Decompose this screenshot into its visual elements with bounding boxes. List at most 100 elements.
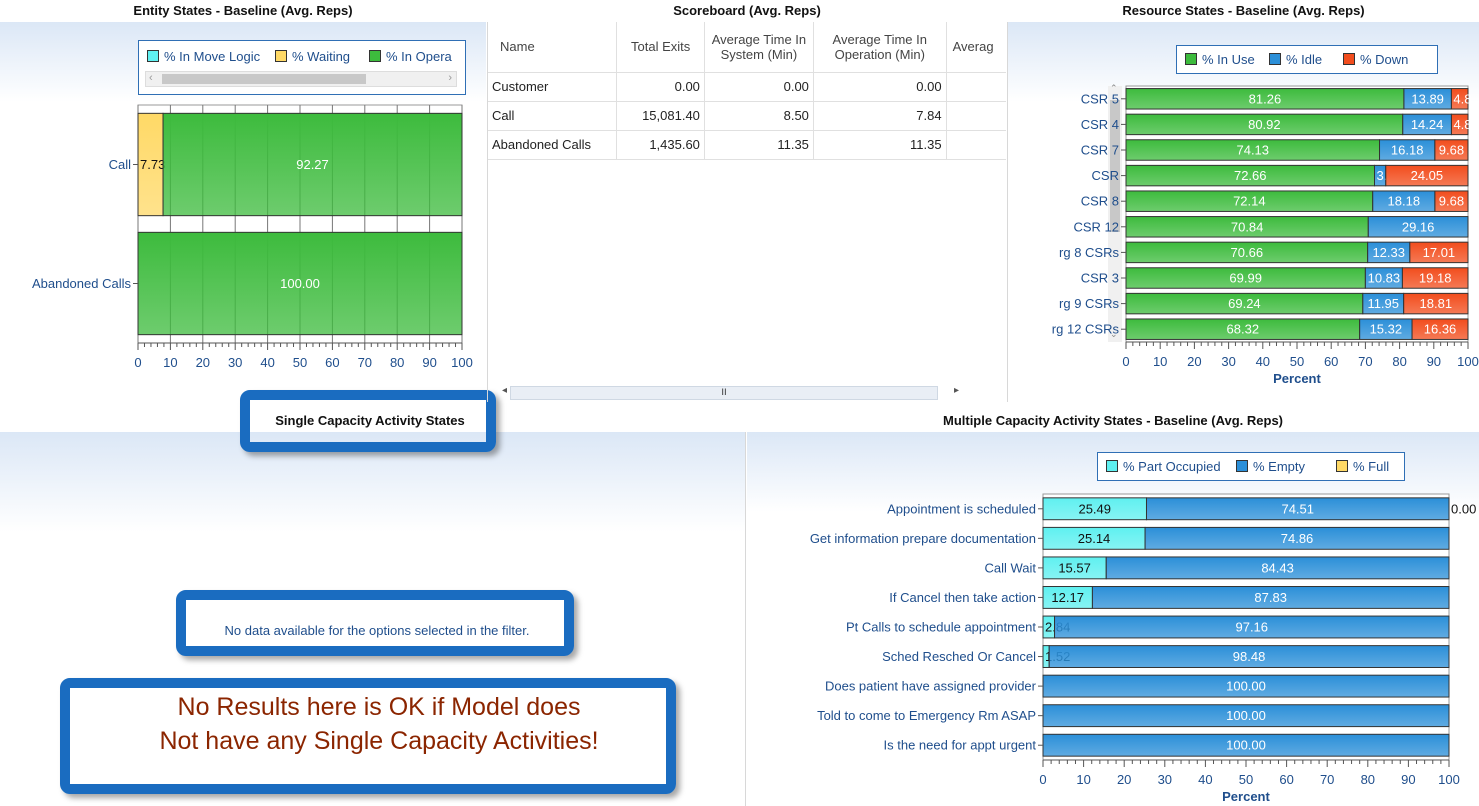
scoreboard-title: Scoreboard (Avg. Reps) [673, 3, 821, 18]
scroll-right-arrow-icon[interactable]: ▸ [954, 385, 959, 396]
tick-label: 90 [422, 355, 436, 370]
tick-label: 20 [1117, 772, 1131, 787]
tick-label: 100 [1438, 772, 1460, 787]
tick-label: 40 [260, 355, 274, 370]
tick-label: 0 [1039, 772, 1046, 787]
tick-label: 50 [293, 355, 307, 370]
data-label: 97.16 [1235, 620, 1268, 635]
table-row[interactable]: Call 15,081.40 8.50 7.84 [488, 100, 1006, 130]
row-total-exits: 1,435.60 [616, 129, 705, 160]
tick-label: 20 [1187, 354, 1201, 369]
scrollbar-grip: II [721, 388, 727, 398]
category-label: CSR 7 [1081, 143, 1119, 158]
scoreboard-panel: Scoreboard (Avg. Reps) Name Total Exits … [488, 0, 1006, 410]
data-label: 100.00 [1226, 708, 1266, 723]
data-label: 70.84 [1231, 219, 1264, 234]
row-time-in-system: 8.50 [704, 100, 814, 130]
data-label: 69.24 [1228, 296, 1261, 311]
category-label: Call [109, 157, 132, 172]
data-label: 74.51 [1281, 501, 1314, 516]
tick-label: 0 [1122, 354, 1129, 369]
row-name: Customer [488, 71, 618, 101]
data-label: 10.83 [1368, 271, 1401, 286]
multiple-capacity-panel: Multiple Capacity Activity States - Base… [747, 410, 1479, 806]
tick-label: 70 [1358, 354, 1372, 369]
data-label: 100.00 [1226, 679, 1266, 694]
data-label: 19.18 [1419, 271, 1452, 286]
scroll-left-arrow-icon[interactable]: ◂ [502, 385, 507, 396]
x-axis-label: Percent [1273, 371, 1321, 386]
multiple-capacity-chart: 25.49 74.51 0.00 Appointment is scheduled 25… [810, 493, 1476, 804]
note-highlight-callout [60, 678, 676, 794]
scoreboard-horizontal-scrollbar[interactable]: ◂ II ▸ [502, 384, 1000, 402]
row-time-in-operation: 7.84 [813, 100, 947, 130]
divider [745, 432, 746, 806]
category-label: rg 12 CSRs [1052, 322, 1120, 337]
row-truncated-cell [946, 129, 1006, 160]
category-label: Appointment is scheduled [887, 501, 1036, 516]
category-label: Get information prepare documentation [810, 531, 1036, 546]
column-header-name[interactable]: Name [488, 22, 618, 72]
data-label: 87.83 [1254, 590, 1287, 605]
data-label: 16.18 [1391, 143, 1424, 158]
tick-label: 100 [451, 355, 473, 370]
resource-states-chart: 81.26 13.89 4.8 CSR 5 80.92 14.24 4.8 CSR 4 74.1… [1052, 85, 1479, 386]
column-header-total-exits[interactable]: Total Exits [616, 22, 705, 72]
category-label: rg 9 CSRs [1059, 296, 1119, 311]
data-label: 100.00 [280, 276, 320, 291]
data-label: 74.13 [1236, 143, 1269, 158]
column-header-time-in-system[interactable]: Average Time In System (Min) [704, 22, 814, 72]
data-label: 0.00 [1451, 501, 1476, 516]
tick-label: 80 [1361, 772, 1375, 787]
tick-label: 80 [1392, 354, 1406, 369]
table-row[interactable]: Customer 0.00 0.00 0.00 [488, 71, 1006, 101]
data-label: 81.26 [1249, 91, 1282, 106]
data-label: 4.8 [1453, 91, 1471, 106]
column-header-average-truncated[interactable]: Averag [946, 22, 1006, 72]
data-label: 24.05 [1411, 168, 1444, 183]
data-label: 29.16 [1402, 219, 1435, 234]
tick-label: 60 [325, 355, 339, 370]
tick-label: 40 [1198, 772, 1212, 787]
column-header-time-in-operation[interactable]: Average Time In Operation (Min) [813, 22, 947, 72]
row-time-in-system: 0.00 [704, 71, 814, 101]
data-label: 9.68 [1439, 194, 1464, 209]
category-label: Sched Resched Or Cancel [882, 649, 1036, 664]
tick-label: 10 [1076, 772, 1090, 787]
title-highlight-callout [240, 390, 496, 452]
data-label: 100.00 [1226, 738, 1266, 753]
category-label: CSR 4 [1081, 117, 1119, 132]
tick-label: 30 [1221, 354, 1235, 369]
data-label: 17.01 [1423, 245, 1456, 260]
tick-label: 80 [390, 355, 404, 370]
data-label: 11.95 [1367, 296, 1399, 311]
table-row[interactable]: Abandoned Calls 1,435.60 11.35 11.35 [488, 129, 1006, 160]
tick-label: 90 [1427, 354, 1441, 369]
row-total-exits: 15,081.40 [616, 100, 705, 130]
data-label: 74.86 [1281, 531, 1314, 546]
tick-label: 40 [1256, 354, 1270, 369]
tick-label: 100 [1457, 354, 1479, 369]
data-label: 14.24 [1411, 117, 1444, 132]
category-label: CSR 12 [1073, 219, 1119, 234]
category-label: Pt Calls to schedule appointment [846, 620, 1036, 635]
entity-states-chart: 7.73 92.27 Call 100.00 Abandoned Calls 0 10 20 3… [32, 104, 473, 370]
x-axis-label: Percent [1222, 789, 1270, 804]
scoreboard-table: Name Total Exits Average Time In System … [488, 22, 1006, 160]
category-label: If Cancel then take action [889, 590, 1036, 605]
row-name: Abandoned Calls [488, 129, 618, 160]
data-label: 25.14 [1078, 531, 1111, 546]
data-label: 12.33 [1372, 245, 1405, 260]
category-label: rg 8 CSRs [1059, 245, 1119, 260]
tick-label: 30 [1158, 772, 1172, 787]
tick-label: 70 [358, 355, 372, 370]
tick-label: 20 [196, 355, 210, 370]
data-label: 98.48 [1233, 649, 1266, 664]
category-label: CSR 8 [1081, 194, 1119, 209]
row-name: Call [488, 100, 618, 130]
tick-label: 10 [163, 355, 177, 370]
data-label: 18.18 [1388, 194, 1421, 209]
data-label: 72.14 [1233, 194, 1266, 209]
scrollbar-thumb[interactable]: II [510, 386, 938, 400]
data-label: 13.89 [1411, 91, 1444, 106]
